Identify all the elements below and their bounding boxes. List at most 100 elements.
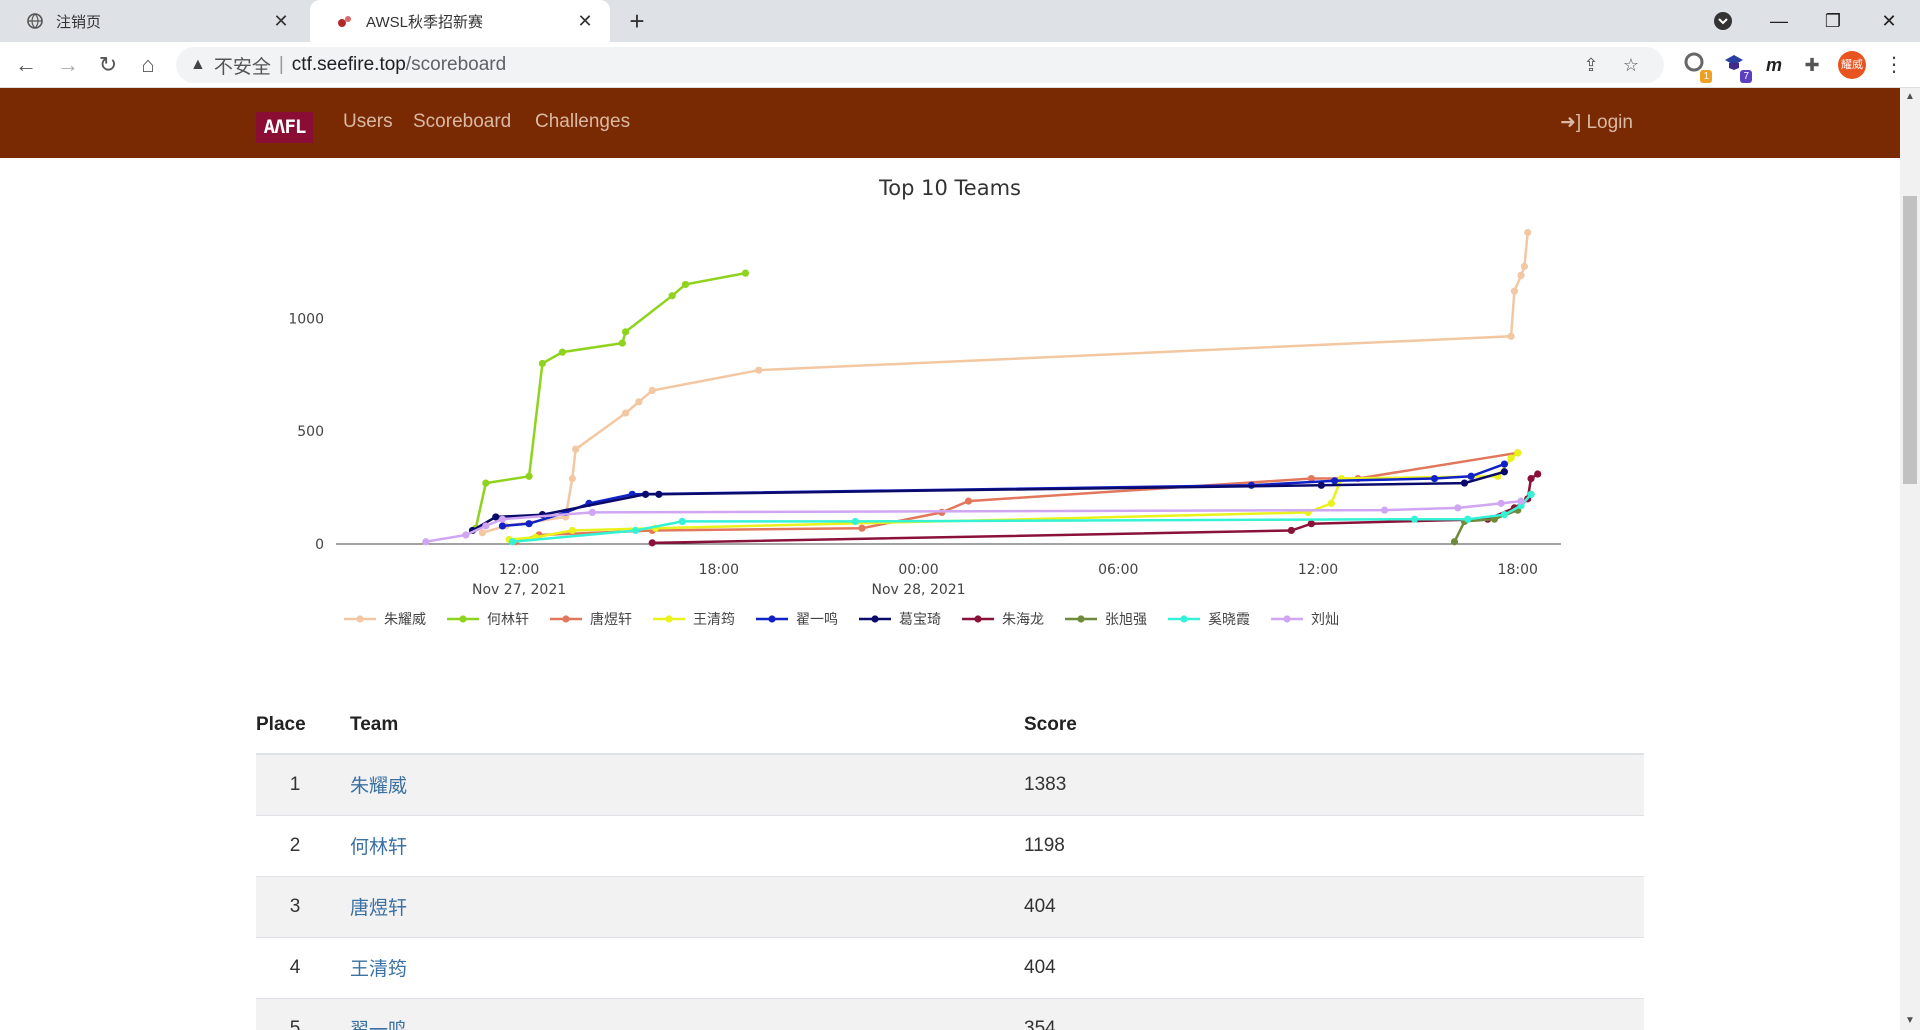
page-scrollbar[interactable]: ▲ ▼	[1900, 88, 1920, 1030]
data-point	[1380, 506, 1389, 514]
data-point	[964, 497, 973, 505]
nav-challenges[interactable]: Challenges	[535, 111, 630, 133]
extension-badge: 7	[1740, 70, 1752, 83]
data-point	[741, 269, 750, 277]
data-point	[635, 398, 643, 406]
legend-label: 唐煜轩	[590, 611, 632, 628]
x-tick-label: 00:00	[898, 562, 938, 578]
browser-tab-logout[interactable]: 注销页 ✕	[0, 0, 306, 42]
team-link[interactable]: 王清筠	[350, 959, 407, 980]
data-point	[1454, 504, 1462, 512]
data-point	[1534, 470, 1542, 478]
data-point	[422, 538, 430, 546]
legend-label: 刘灿	[1311, 612, 1339, 628]
data-point	[1464, 515, 1472, 523]
data-point	[1287, 526, 1295, 535]
minimize-button[interactable]: —	[1756, 4, 1802, 38]
profile-avatar[interactable]: 耀威	[1838, 51, 1866, 79]
team-link[interactable]: 何林轩	[350, 837, 407, 858]
share-icon[interactable]: ⇪	[1576, 50, 1606, 80]
data-point	[631, 526, 640, 535]
x-tick-label: 12:00	[499, 562, 539, 578]
bookmark-star-icon[interactable]: ☆	[1616, 50, 1646, 80]
new-tab-button[interactable]: +	[622, 6, 652, 36]
legend-marker	[871, 615, 879, 623]
score-cell: 404	[1024, 876, 1644, 938]
chart-title: Top 10 Teams	[879, 176, 1021, 200]
team-link[interactable]: 唐煜轩	[350, 898, 407, 919]
address-bar[interactable]: ▲ 不安全 | ctf.seefire.top/scoreboard ⇪ ☆	[176, 47, 1664, 83]
scroll-thumb[interactable]	[1903, 196, 1917, 484]
data-point	[1430, 474, 1439, 483]
legend-label: 葛宝琦	[899, 612, 941, 628]
y-tick-label: 500	[297, 424, 324, 440]
extension-3-icon[interactable]: m	[1760, 51, 1788, 79]
data-point	[1507, 332, 1515, 340]
tab-search-icon[interactable]	[1700, 4, 1746, 38]
scroll-down-arrow-icon[interactable]: ▼	[1900, 1012, 1920, 1030]
legend-label: 翟一鸣	[796, 611, 838, 628]
restore-button[interactable]: ❐	[1810, 4, 1856, 38]
legend-label: 朱海龙	[1002, 612, 1044, 628]
data-point	[622, 409, 630, 417]
series-line	[474, 271, 746, 529]
back-icon[interactable]: ←	[10, 49, 42, 81]
table-row: 4 王清筠 404	[256, 937, 1644, 999]
extensions-puzzle-icon[interactable]: ✚	[1798, 51, 1826, 79]
nav-users[interactable]: Users	[343, 111, 393, 133]
data-point	[508, 538, 517, 546]
data-point	[1514, 449, 1522, 457]
data-point	[525, 520, 533, 528]
browser-tab-scoreboard[interactable]: AWSL秋季招新赛 ✕	[310, 0, 610, 42]
home-icon[interactable]: ⌂	[132, 49, 164, 81]
data-point	[478, 529, 487, 537]
team-link[interactable]: 朱耀威	[350, 776, 407, 797]
close-window-button[interactable]: ✕	[1866, 4, 1912, 38]
team-cell: 翟一鸣	[334, 998, 1024, 1030]
team-cell: 唐煜轩	[334, 876, 1024, 938]
site-navbar: AɅFL Users Scoreboard Challenges ➜] Logi…	[0, 88, 1900, 158]
legend-label: 朱耀威	[384, 612, 426, 628]
score-cell: 1383	[1024, 754, 1644, 816]
login-link[interactable]: ➜] Login	[1560, 111, 1633, 134]
browser-tab-strip: 注销页 ✕ AWSL秋季招新赛 ✕ + — ❐ ✕	[0, 0, 1920, 42]
score-cell: 1198	[1024, 815, 1644, 877]
data-point	[755, 366, 763, 374]
legend-marker	[1180, 615, 1188, 623]
data-point	[1307, 520, 1315, 528]
data-point	[681, 280, 690, 289]
data-point	[1500, 460, 1509, 468]
data-point	[482, 522, 490, 530]
team-link[interactable]: 翟一鸣	[350, 1020, 407, 1030]
reload-icon[interactable]: ↻	[92, 49, 124, 81]
data-point	[648, 539, 656, 547]
legend-marker	[768, 615, 776, 623]
scoreboard-table: Place Team Score 1 朱耀威 1383 2 何林轩 1198 3…	[256, 696, 1644, 1030]
site-logo[interactable]: AɅFL	[256, 112, 313, 143]
data-point	[1527, 490, 1535, 498]
close-tab-icon[interactable]: ✕	[574, 10, 596, 32]
nav-scoreboard[interactable]: Scoreboard	[413, 111, 511, 133]
legend-label: 张旭强	[1105, 612, 1147, 628]
url-host: ctf.seefire.top	[291, 54, 406, 75]
close-tab-icon[interactable]: ✕	[270, 10, 292, 32]
data-point	[1450, 538, 1459, 546]
browser-menu-icon[interactable]: ⋮	[1880, 51, 1908, 79]
data-point	[1410, 515, 1419, 523]
data-point	[498, 515, 507, 523]
extension-2-icon[interactable]: 7	[1720, 51, 1752, 83]
forward-icon[interactable]: →	[52, 49, 84, 81]
site-favicon-icon	[336, 12, 354, 30]
data-point	[568, 474, 576, 483]
data-point	[1517, 497, 1525, 505]
data-point	[858, 524, 866, 532]
browser-toolbar: ← → ↻ ⌂ ▲ 不安全 | ctf.seefire.top/scoreboa…	[0, 42, 1920, 88]
data-point	[1510, 287, 1518, 295]
data-point	[462, 531, 470, 539]
header-score: Score	[1024, 696, 1644, 755]
legend-marker	[1077, 615, 1085, 623]
scroll-up-arrow-icon[interactable]: ▲	[1900, 88, 1920, 106]
sign-in-icon: ➜]	[1560, 112, 1582, 133]
extension-1-icon[interactable]: 1	[1680, 51, 1712, 83]
table-row: 2 何林轩 1198	[256, 815, 1644, 877]
